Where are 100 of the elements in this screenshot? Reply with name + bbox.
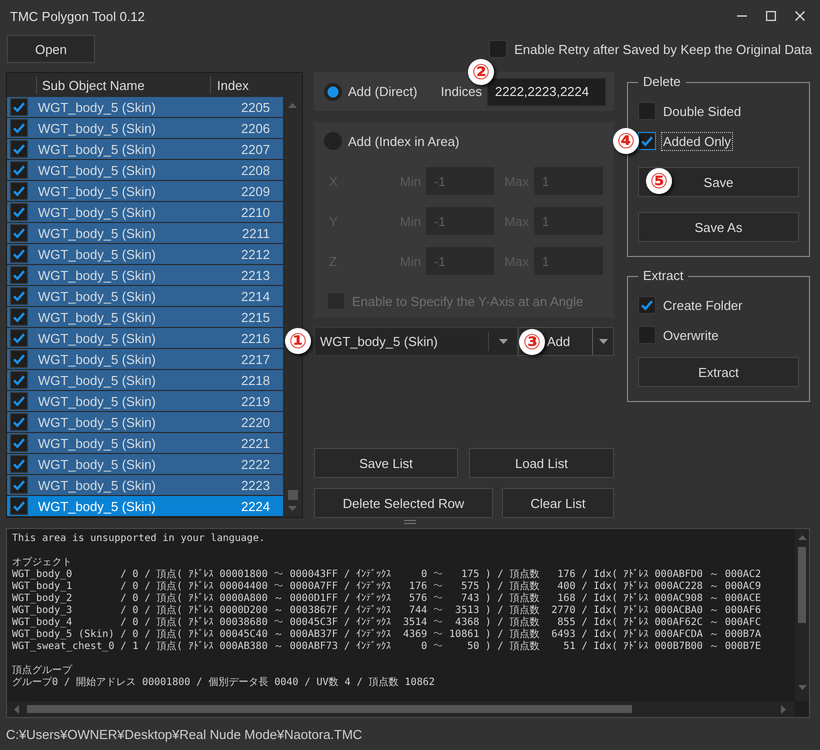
vertical-scrollbar[interactable] [795, 529, 809, 701]
index-cell-text: 2213 [240, 268, 271, 282]
index-cell-text: 2224 [240, 498, 271, 514]
index-cell-text: 2216 [240, 330, 271, 346]
checkbox-label[interactable]: Double Sided [663, 104, 742, 118]
checkbox[interactable] [638, 326, 656, 344]
log-line: WGT_body_3 / 0 / 頂点( ｱﾄﾞﾚｽ 0000D200 ～ 0003867F / ｲﾝﾃﾞｯｸｽ 744 ～ 3513 ) / 頂点数 2770 / Idx( ｱﾄﾞﾚｽ 000ACBA0 ～ 000AF6 [12, 605, 761, 616]
checkbox[interactable] [10, 98, 28, 116]
scrollbar-thumb[interactable] [798, 547, 806, 623]
number-badge: ③ [519, 328, 545, 354]
checkbox[interactable] [10, 497, 28, 515]
index-cell-text: 2223 [240, 478, 271, 492]
list-row[interactable]: WGT_body_5 (Skin) 2212 [7, 244, 283, 265]
index-cell-text: 2222 [240, 456, 271, 472]
index-cell-text: 2220 [240, 414, 271, 430]
checkbox[interactable] [638, 296, 656, 314]
column-header[interactable]: Index [210, 76, 283, 94]
checkbox[interactable] [10, 161, 28, 179]
name-cell-text: WGT_body_5 (Skin) [37, 372, 157, 388]
checkbox[interactable] [10, 413, 28, 431]
add-button[interactable]: Add [545, 328, 592, 355]
checkbox[interactable] [10, 392, 28, 410]
checkbox[interactable] [10, 371, 28, 389]
checkbox[interactable] [10, 308, 28, 326]
checkbox[interactable] [638, 102, 656, 120]
list-row[interactable]: WGT_body_5 (Skin) 2221 [7, 433, 283, 454]
checkbox[interactable] [10, 140, 28, 158]
action-button[interactable]: Extract [638, 357, 799, 387]
index-cell-text: 2208 [240, 162, 271, 178]
action-button[interactable]: Save As [638, 212, 799, 242]
checkbox[interactable] [10, 119, 28, 137]
window-title: TMC Polygon Tool 0.12 [10, 8, 145, 24]
list-row[interactable]: WGT_body_5 (Skin) 2214 [7, 286, 283, 307]
list-row[interactable]: WGT_body_5 (Skin) 2217 [7, 349, 283, 370]
name-cell-text: WGT_body_5 (Skin) [37, 436, 157, 450]
minimize-icon[interactable] [737, 15, 747, 17]
checkbox[interactable] [10, 476, 28, 494]
checkbox[interactable] [10, 182, 28, 200]
list-row[interactable]: WGT_body_5 (Skin) 2205 [7, 97, 283, 118]
checkbox[interactable] [10, 287, 28, 305]
index-cell-text: 2206 [240, 120, 271, 136]
checkbox[interactable] [10, 455, 28, 473]
split-button[interactable]: ③ Add [518, 327, 614, 356]
index-cell-text: 2205 [240, 100, 271, 114]
list-row[interactable]: WGT_body_5 (Skin) 2222 [7, 454, 283, 475]
list-row[interactable]: WGT_body_5 (Skin) 2215 [7, 307, 283, 328]
indices-label: Indices [440, 84, 482, 99]
checkbox[interactable] [10, 224, 28, 242]
list-row[interactable]: WGT_body_5 (Skin) 2213 [7, 265, 283, 286]
list-row[interactable]: WGT_body_5 (Skin) 2209 [7, 181, 283, 202]
checkbox-label[interactable]: Added Only [663, 134, 731, 148]
index-cell-text: 2211 [241, 226, 271, 240]
number-badge: ① [285, 328, 311, 354]
close-icon[interactable] [795, 11, 805, 21]
name-cell-text: WGT_body_5 (Skin) [37, 142, 157, 156]
list-action-button[interactable]: Save List [314, 448, 458, 478]
checkbox-label[interactable]: Enable Retry after Saved by Keep the Original Data [514, 42, 812, 56]
log-line: WGT_body_0 / 0 / 頂点( ｱﾄﾞﾚｽ 00001800 ～ 000043FF / ｲﾝﾃﾞｯｸｽ 0 ～ 175 ) / 頂点数 176 / Idx( ｱﾄﾞﾚｽ 000ABFD0 ～ 000AC2 [12, 569, 761, 580]
radio-label[interactable]: Add (Direct) [348, 84, 418, 99]
checkbox[interactable] [10, 329, 28, 347]
open-button[interactable]: Open [7, 35, 95, 63]
checkbox[interactable] [10, 203, 28, 221]
list-row[interactable]: WGT_body_5 (Skin) 2207 [7, 139, 283, 160]
name-cell-text: WGT_body_5 (Skin) [37, 456, 157, 472]
log-line: WGT_body_1 / 0 / 頂点( ｱﾄﾞﾚｽ 00004400 ～ 0000A7FF / ｲﾝﾃﾞｯｸｽ 176 ～ 575 ) / 頂点数 400 / Idx( ｱﾄﾞﾚｽ 000AC228 ～ 000AC9 [12, 581, 761, 592]
list-row[interactable]: WGT_body_5 (Skin) 2216 [7, 328, 283, 349]
object-dropdown[interactable]: WGT_body_5 (Skin) [314, 327, 518, 356]
column-header[interactable]: Sub Object Name [36, 76, 210, 94]
checkbox[interactable] [10, 434, 28, 452]
checkbox[interactable] [489, 40, 508, 58]
splitter-grip-icon[interactable] [404, 520, 416, 524]
checkbox[interactable] [10, 350, 28, 368]
checkbox[interactable] [10, 266, 28, 284]
list-action-button[interactable]: Load List [469, 448, 614, 478]
list-row[interactable]: WGT_body_5 (Skin) 2210 [7, 202, 283, 223]
list-row[interactable]: WGT_body_5 (Skin) 2220 [7, 412, 283, 433]
checkbox[interactable] [638, 132, 656, 150]
name-cell-text: WGT_body_5 (Skin) [37, 478, 157, 492]
name-cell-text: WGT_body_5 (Skin) [37, 414, 157, 430]
radio-button[interactable] [324, 82, 342, 100]
horizontal-scrollbar[interactable] [7, 701, 795, 717]
list-row[interactable]: WGT_body_5 (Skin) 2211 [7, 223, 283, 244]
checkbox-label[interactable]: Overwrite [663, 328, 719, 342]
list-action-button[interactable]: Clear List [502, 488, 614, 518]
list-row[interactable]: WGT_body_5 (Skin) 2219 [7, 391, 283, 412]
maximize-icon[interactable] [766, 11, 776, 21]
index-cell-text: 2214 [240, 288, 271, 304]
list-row[interactable]: WGT_body_5 (Skin) 2224 [7, 496, 283, 517]
list-row[interactable]: WGT_body_5 (Skin) 2208 [7, 160, 283, 181]
list-row[interactable]: WGT_body_5 (Skin) 2206 [7, 118, 283, 139]
scrollbar-thumb[interactable] [27, 705, 632, 713]
checkbox[interactable] [10, 245, 28, 263]
list-row[interactable]: WGT_body_5 (Skin) 2223 [7, 475, 283, 496]
list-row[interactable]: WGT_body_5 (Skin) 2218 [7, 370, 283, 391]
indices-field[interactable]: 2222,2223,2224 [487, 78, 606, 106]
checkbox-label[interactable]: Create Folder [663, 298, 742, 312]
name-cell-text: WGT_body_5 (Skin) [37, 162, 157, 178]
name-cell-text: WGT_body_5 (Skin) [37, 184, 157, 198]
scrollbar-thumb[interactable] [288, 490, 298, 500]
list-action-button[interactable]: Delete Selected Row [314, 488, 493, 518]
